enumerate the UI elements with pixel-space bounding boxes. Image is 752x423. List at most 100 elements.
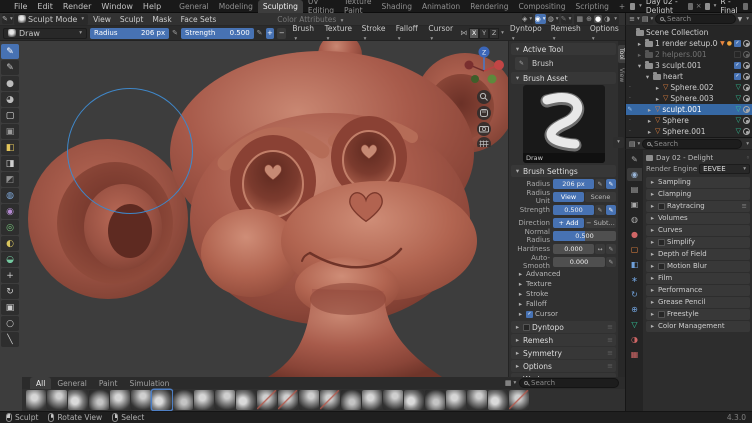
brush-asset-panel-header[interactable]: ▾Brush Asset	[511, 72, 616, 84]
workspace-tab-modeling[interactable]: Modeling	[214, 0, 258, 13]
sidebar-strength-slider[interactable]: 0.500	[553, 205, 594, 215]
workspace-tab-scripting[interactable]: Scripting	[571, 0, 614, 13]
brush-thumbnail[interactable]	[362, 390, 382, 410]
radius-unit-scene-button[interactable]: Scene	[585, 192, 616, 202]
brush-thumbnail[interactable]	[467, 390, 487, 410]
workspace-tab-compositing[interactable]: Compositing	[514, 0, 571, 13]
menu-view[interactable]: View	[89, 15, 115, 24]
brush-thumbnail[interactable]	[68, 390, 88, 410]
collapse-icon[interactable]: ▾	[644, 73, 651, 81]
tool-measure-icon[interactable]: ╲	[1, 332, 19, 347]
hardness-pressure-icon[interactable]: ✎	[606, 244, 616, 254]
panel-freestyle[interactable]: ▸Freestyle	[646, 309, 750, 320]
tool-box-mask-icon[interactable]: ▢	[1, 108, 19, 123]
workspace-tab-texture-paint[interactable]: Texture Paint	[339, 0, 376, 13]
outliner-row-sculpt-001-selected[interactable]: ✎ ▸ ▽ sculpt.001 ▽	[626, 104, 752, 115]
hide-eye-icon[interactable]	[743, 117, 750, 124]
dyntopo-popover[interactable]: Dyntopo ▾	[507, 24, 545, 42]
direction-add-button[interactable]: +	[266, 28, 275, 39]
properties-tab-scene-icon[interactable]: ◍	[627, 213, 642, 226]
panel-checkbox[interactable]	[658, 203, 665, 210]
workspace-tab-sculpting[interactable]: Sculpting	[258, 0, 303, 13]
workspace-tab-uv-editing[interactable]: UV Editing	[303, 0, 339, 13]
properties-tab-material-icon[interactable]: ◑	[627, 333, 642, 346]
collection-checkbox[interactable]	[734, 51, 741, 58]
new-view-layer-icon[interactable]	[743, 3, 748, 10]
panel-checkbox[interactable]	[658, 239, 665, 246]
collection-checkbox[interactable]: ✓	[734, 73, 741, 80]
properties-tab-particles-icon[interactable]: ∗	[627, 273, 642, 286]
strength-pressure-toggle[interactable]: ✎	[606, 205, 616, 215]
overlays-toggle-icon[interactable]: ◉▾	[535, 14, 546, 24]
panel-film[interactable]: ▸Film	[646, 273, 750, 284]
brush-thumbnail[interactable]	[341, 390, 361, 410]
properties-editor-icon[interactable]: ▤▾	[629, 139, 640, 149]
panel-simplify[interactable]: ▸Simplify	[646, 237, 750, 248]
brush-asset-dropdown-icon[interactable]: ▾	[613, 137, 624, 148]
menu-sculpt[interactable]: Sculpt	[116, 15, 147, 24]
panel-volumes[interactable]: ▸Volumes	[646, 213, 750, 224]
shading-rendered-icon[interactable]: ◑	[603, 15, 611, 23]
brush-thumbnail[interactable]	[26, 390, 46, 410]
properties-search-input[interactable]: Search	[642, 139, 742, 149]
tool-edit-face-set-icon[interactable]: ◐	[1, 236, 19, 251]
dyntopo-panel-header[interactable]: ▸Dyntopo≡	[511, 321, 616, 333]
properties-tab-texture-icon[interactable]: ▦	[627, 348, 642, 361]
brush-thumbnail[interactable]	[152, 390, 172, 410]
workspace-tab-rendering[interactable]: Rendering	[465, 0, 513, 13]
shelf-tab-paint[interactable]: Paint	[93, 377, 124, 389]
tool-box-hide-icon[interactable]: ▣	[1, 124, 19, 139]
panel-color-management[interactable]: ▸Color Management	[646, 321, 750, 332]
brush-thumbnail[interactable]	[446, 390, 466, 410]
view-layer-icon[interactable]	[705, 3, 710, 10]
properties-tab-view-layer-icon[interactable]: ▣	[627, 198, 642, 211]
shading-solid-icon[interactable]: ⊕	[585, 15, 593, 23]
outliner-editor-icon[interactable]: ≡▾	[629, 14, 640, 24]
tool-rotate-icon[interactable]: ↻	[1, 284, 19, 299]
brush-thumbnail[interactable]	[404, 390, 424, 410]
cursor-popover[interactable]: Cursor ▾	[425, 24, 457, 42]
direction-subtract-button[interactable]: − Subt...	[585, 218, 616, 228]
tool-box-face-set-icon[interactable]: ◧	[1, 140, 19, 155]
tool-lasso-trim-icon[interactable]: ◨	[1, 156, 19, 171]
expand-icon[interactable]: ▸	[654, 84, 661, 92]
tool-hide-icon[interactable]: ◕	[1, 92, 19, 107]
outliner-display-mode-icon[interactable]: ▤▾	[642, 14, 653, 24]
add-workspace-button[interactable]: +	[614, 0, 630, 13]
direction-add-button[interactable]: + Add	[553, 218, 584, 228]
collapse-icon[interactable]: ▾	[636, 62, 643, 70]
scene-icon[interactable]	[630, 3, 635, 10]
menu-render[interactable]: Render	[58, 2, 96, 11]
brush-thumbnail[interactable]	[488, 390, 508, 410]
hide-eye-icon[interactable]	[743, 73, 750, 80]
panel-checkbox[interactable]	[658, 263, 665, 270]
outliner-row-heart[interactable]: ▾ heart ✓	[626, 71, 752, 82]
outliner-row-render-setup[interactable]: ▸ 1 render setup.001 ▼ ● ✓	[626, 38, 752, 49]
editor-type-icon[interactable]: ✎▾	[2, 14, 13, 24]
workspace-tab-animation[interactable]: Animation	[417, 0, 465, 13]
stroke-popover[interactable]: Stroke ▾	[359, 24, 390, 42]
hide-eye-icon[interactable]	[743, 40, 750, 47]
symmetry-y-button[interactable]: Y	[479, 28, 489, 39]
hardness-range-icon[interactable]: ↔	[595, 244, 605, 254]
auto-smooth-slider[interactable]: 0.000	[553, 257, 605, 267]
tool-transform-icon[interactable]: ▣	[1, 300, 19, 315]
hide-eye-icon[interactable]	[743, 51, 750, 58]
mode-selector[interactable]: Sculpt Mode ▾	[14, 14, 88, 25]
subpanel-texture[interactable]: ▸Texture	[511, 279, 616, 289]
falloff-popover[interactable]: Falloff ▾	[393, 24, 423, 42]
strength-slider[interactable]: Strength0.500	[181, 28, 254, 39]
tool-draw-sharp-icon[interactable]: ✎	[1, 60, 19, 75]
properties-tab-constraints-icon[interactable]: ⊕	[627, 303, 642, 316]
panel-curves[interactable]: ▸Curves	[646, 225, 750, 236]
brush-thumbnail[interactable]	[194, 390, 214, 410]
radius-pressure-icon[interactable]: ✎	[172, 29, 178, 37]
texture-popover[interactable]: Texture ▾	[322, 24, 356, 42]
xray-toggle-icon[interactable]: ◍▾	[548, 14, 559, 24]
sidebar-radius-slider[interactable]: 206 px	[553, 179, 594, 189]
options-popover[interactable]: Options ▾	[587, 24, 622, 42]
subpanel-advanced[interactable]: ▸Advanced	[511, 269, 616, 279]
subpanel-cursor[interactable]: ▸✓Cursor	[511, 309, 616, 319]
symmetry-dropdown-icon[interactable]: ▾	[501, 30, 504, 36]
cursor-checkbox[interactable]: ✓	[526, 311, 533, 318]
